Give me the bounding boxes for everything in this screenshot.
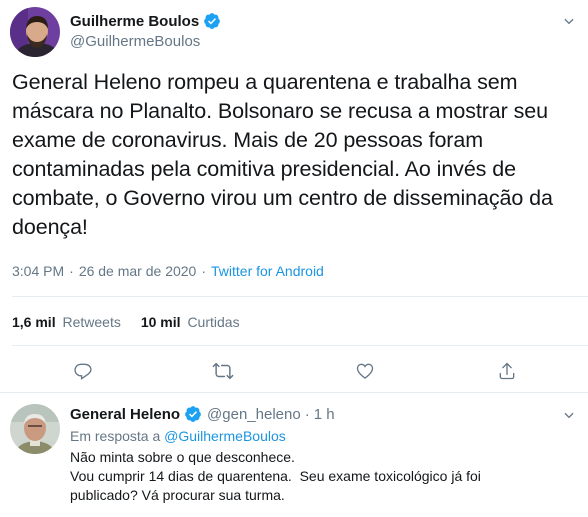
tweet-stats: 1,6 mil Retweets 10 mil Curtidas: [12, 314, 260, 330]
reply-text-line: publicado? Vá procurar sua turma.: [70, 487, 285, 503]
reply-header: General Heleno @gen_heleno · 1 h: [70, 405, 335, 423]
reply-icon[interactable]: [71, 359, 95, 383]
retweets-count: 1,6 mil: [12, 314, 56, 330]
reply-text: Não minta sobre o que desconhece. Vou cu…: [70, 448, 580, 505]
reply-text-line: Não minta sobre o que desconhece.: [70, 449, 295, 465]
reply-time[interactable]: 1 h: [314, 406, 335, 423]
tweet-source-link[interactable]: Twitter for Android: [211, 263, 324, 279]
author-handle[interactable]: @GuilhermeBoulos: [70, 33, 200, 50]
chevron-down-icon[interactable]: [562, 408, 576, 427]
tweet-text: General Heleno rompeu a quarentena e tra…: [12, 70, 553, 239]
share-icon[interactable]: [495, 359, 519, 383]
reply-author-avatar[interactable]: [10, 404, 60, 454]
meta-separator: ·: [69, 263, 74, 279]
tweet-date[interactable]: 26 de mar de 2020: [79, 263, 197, 279]
likes-count: 10 mil: [140, 314, 181, 330]
likes-label: Curtidas: [187, 314, 240, 330]
likes-stat[interactable]: 10 mil Curtidas: [141, 314, 240, 330]
verified-badge-icon: [203, 12, 221, 30]
retweets-label: Retweets: [62, 314, 121, 330]
divider: [12, 296, 588, 297]
author-avatar[interactable]: [10, 7, 60, 57]
reply-author-handle[interactable]: @gen_heleno: [207, 406, 301, 423]
chevron-down-icon[interactable]: [562, 14, 576, 33]
reply-separator: ·: [304, 405, 310, 423]
divider: [12, 345, 588, 346]
retweet-icon[interactable]: [211, 359, 235, 383]
in-reply-to: Em resposta a @GuilhermeBoulos: [70, 428, 286, 444]
tweet-time[interactable]: 3:04 PM: [12, 263, 64, 279]
meta-separator: ·: [201, 263, 207, 279]
tweet-meta: 3:04 PM · 26 de mar de 2020 · Twitter fo…: [12, 263, 324, 279]
author-name-row: Guilherme Boulos: [70, 12, 221, 30]
reply-actions-partial: [70, 512, 510, 517]
tweet-actions: [0, 359, 588, 383]
reply-author-name[interactable]: General Heleno: [70, 406, 180, 423]
reply-text-line: Vou cumprir 14 dias de quarentena. Seu e…: [70, 468, 481, 484]
retweets-stat[interactable]: 1,6 mil Retweets: [12, 314, 121, 330]
verified-badge-icon: [184, 405, 202, 423]
author-name[interactable]: Guilherme Boulos: [70, 13, 199, 30]
in-reply-prefix: Em resposta a: [70, 428, 161, 444]
in-reply-handle-link[interactable]: @GuilhermeBoulos: [164, 428, 286, 444]
main-tweet: Guilherme Boulos @GuilhermeBoulos Genera…: [0, 0, 588, 393]
heart-icon[interactable]: [353, 359, 377, 383]
